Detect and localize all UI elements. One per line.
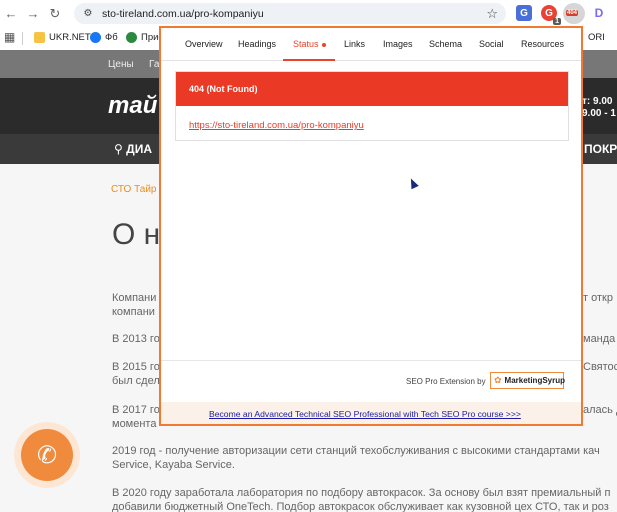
paragraph-line: был сдел — [112, 375, 160, 387]
paragraph-line: Компани — [112, 292, 157, 304]
popup-tabs: Overview Headings Status Links Images Sc… — [161, 28, 581, 61]
search-icon: ⚲ — [114, 142, 123, 156]
bookmark-fb[interactable]: Фб — [90, 32, 118, 43]
page-title: О н — [112, 218, 161, 251]
bookmark-icon — [34, 32, 45, 43]
seo-extension-icon[interactable]: 404 — [563, 3, 585, 24]
paragraph-fragment: алась д — [583, 404, 617, 416]
apps-grid-icon[interactable]: ▦ — [4, 30, 15, 44]
promo-link[interactable]: Become an Advanced Technical SEO Profess… — [209, 409, 521, 419]
reload-icon[interactable]: ↻ — [44, 0, 66, 27]
paragraph-line: 2019 год - получение авторизации сети ст… — [112, 445, 600, 457]
paragraph-line: момента — [112, 418, 157, 430]
tab-overview[interactable]: Overview — [185, 39, 223, 49]
star-icon[interactable]: ☆ — [486, 6, 498, 22]
extension-red-icon[interactable]: G1 — [541, 5, 561, 25]
brand-label: MarketingSyrup — [504, 376, 566, 385]
menu-item-label: ДИА — [126, 142, 152, 156]
menu-item-diagnostics[interactable]: ⚲ ДИА — [114, 142, 152, 156]
status-card: 404 (Not Found) https://sto-tireland.com… — [175, 71, 569, 141]
tab-status-label: Status — [293, 39, 319, 49]
tab-resources[interactable]: Resources — [521, 39, 564, 49]
marketingsyrup-logo[interactable]: ✿ MarketingSyrup — [490, 372, 566, 389]
breadcrumb[interactable]: СТО Тайр — [111, 184, 156, 195]
paragraph-line: В 2015 го — [112, 361, 160, 373]
syrup-icon: ✿ — [494, 375, 502, 385]
paragraph-line: добавили бюджетный OneTech. Подбор авток… — [112, 501, 609, 512]
hours-line-2: 9.00 - 1 — [582, 108, 616, 119]
status-url-link[interactable]: https://sto-tireland.com.ua/pro-kompaniy… — [189, 120, 364, 131]
back-icon[interactable]: ← — [0, 0, 22, 27]
browser-toolbar: ← → ↻ ⚙ sto-tireland.com.ua/pro-kompaniy… — [0, 0, 617, 27]
menu-item-paint[interactable]: ПОКР — [584, 142, 617, 156]
tab-links[interactable]: Links — [344, 39, 365, 49]
paragraph-line: В 2020 году заработала лаборатория по по… — [112, 487, 611, 499]
extension-credit: SEO Pro Extension by — [406, 377, 486, 386]
bookmark-label: Фб — [105, 32, 118, 43]
nav-item-prices[interactable]: Цены — [108, 59, 134, 70]
extension-badge: 1 — [553, 18, 561, 25]
tab-headings[interactable]: Headings — [238, 39, 276, 49]
tab-images[interactable]: Images — [383, 39, 413, 49]
extension-d-icon[interactable]: D — [591, 5, 607, 21]
paragraph-line: Service, Kayaba Service. — [112, 459, 235, 471]
mouse-cursor-icon — [407, 176, 419, 190]
call-button[interactable]: ✆ — [14, 422, 80, 488]
bookmark-label: ORI — [588, 32, 605, 43]
paragraph-line: В 2017 го — [112, 404, 160, 416]
working-hours: т: 9.00 9.00 - 1 — [582, 96, 616, 120]
promo-bar: Become an Advanced Technical SEO Profess… — [161, 402, 581, 424]
paragraph-fragment: т откр — [583, 292, 613, 304]
paragraph-fragment: Святос — [583, 361, 617, 373]
hours-line-1: т: 9.00 — [582, 96, 613, 107]
facebook-icon — [90, 32, 101, 43]
active-tab-indicator — [283, 59, 335, 61]
bookmark-ori[interactable]: ORI — [588, 32, 605, 43]
status-badge: 404 — [566, 10, 579, 16]
seo-extension-popup: Overview Headings Status Links Images Sc… — [159, 26, 583, 426]
nav-item-ga[interactable]: Га — [149, 59, 159, 70]
tab-social[interactable]: Social — [479, 39, 504, 49]
bookmark-icon — [126, 32, 137, 43]
tab-schema[interactable]: Schema — [429, 39, 462, 49]
site-info-icon[interactable]: ⚙ — [82, 8, 94, 20]
bookmark-ukrnet[interactable]: UKR.NET — [34, 32, 91, 43]
paragraph-line: В 2013 го — [112, 333, 160, 345]
status-dot-icon — [321, 42, 326, 47]
extension-translate-icon[interactable]: G — [516, 5, 532, 21]
paragraph-line: компани — [112, 306, 155, 318]
phone-icon: ✆ — [21, 429, 73, 481]
address-bar[interactable]: ⚙ sto-tireland.com.ua/pro-kompaniyu ☆ — [74, 3, 506, 24]
forward-icon[interactable]: → — [22, 0, 44, 27]
bookmark-separator — [22, 32, 23, 45]
address-url[interactable]: sto-tireland.com.ua/pro-kompaniyu — [102, 8, 264, 20]
paragraph-fragment: манда — [583, 333, 616, 345]
tab-status[interactable]: Status — [293, 39, 326, 49]
footer-divider — [161, 360, 581, 361]
status-code: 404 (Not Found) — [176, 72, 568, 106]
extension-a-label: G — [520, 7, 528, 19]
site-logo[interactable]: тай — [108, 92, 157, 120]
bookmark-label: UKR.NET — [49, 32, 91, 43]
extension-d-label: D — [594, 6, 604, 20]
